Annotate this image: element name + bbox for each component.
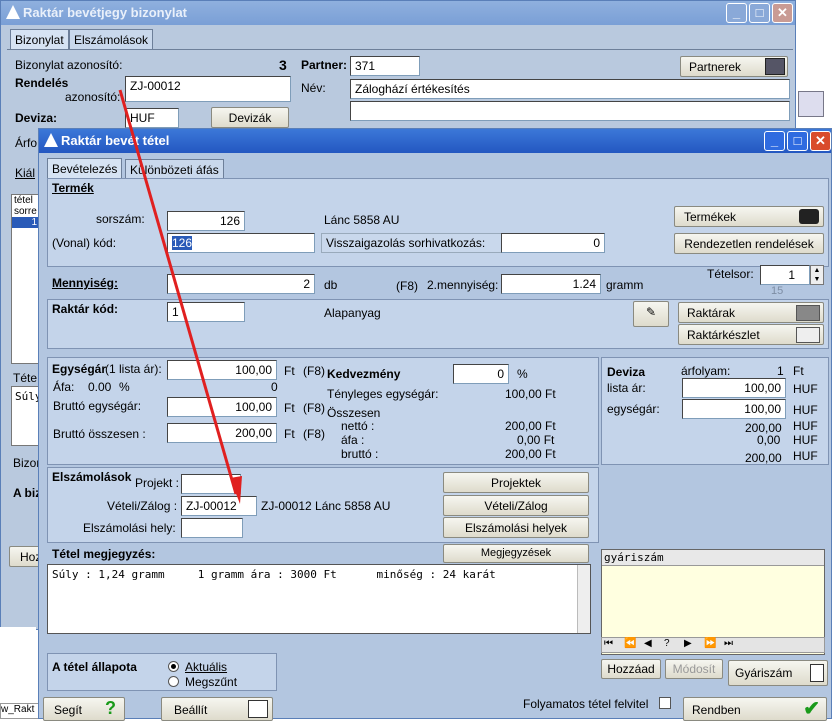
annotation-arrow xyxy=(118,89,242,504)
arrow-head xyxy=(230,476,242,504)
arrow-line xyxy=(118,89,238,495)
